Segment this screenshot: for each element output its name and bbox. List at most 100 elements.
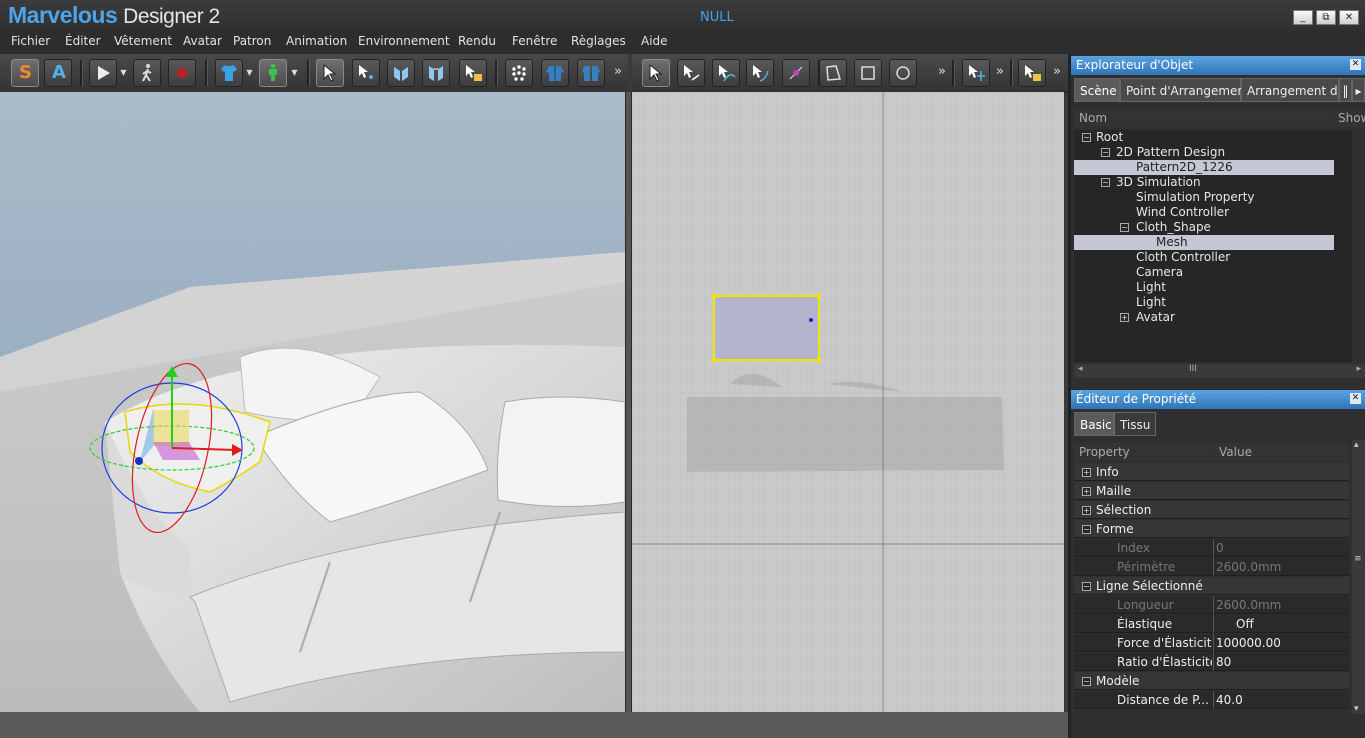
collapse-icon[interactable]: − (1082, 133, 1091, 142)
tree-item-cloth-shape[interactable]: Cloth_Shape (1136, 220, 1211, 235)
restore-button[interactable]: ⧉ (1316, 10, 1336, 25)
property-group[interactable]: − Modèle (1074, 672, 1349, 690)
circle-button[interactable] (889, 59, 917, 87)
tree-item-light[interactable]: Light (1136, 280, 1166, 295)
simulate-mode-button[interactable]: S (11, 59, 39, 87)
property-value[interactable]: 80 (1216, 653, 1231, 671)
edit-pattern-button[interactable] (677, 59, 705, 87)
tab-scroll-right[interactable]: ▸ (1352, 78, 1365, 102)
tab-tissu[interactable]: Tissu (1114, 412, 1156, 436)
avatar-display-button[interactable] (259, 59, 287, 87)
minimize-button[interactable]: _ (1293, 10, 1313, 25)
column-show[interactable]: Show (1334, 109, 1365, 127)
menu-animation[interactable]: Animation (286, 34, 347, 48)
pattern-select-button[interactable] (642, 59, 670, 87)
property-row[interactable]: Périmètre 2600.0mm (1074, 558, 1349, 576)
menu-rendu[interactable]: Rendu (458, 34, 496, 48)
expand-icon[interactable]: + (1082, 487, 1091, 496)
tab-arrangement[interactable]: Arrangement de (1241, 78, 1339, 102)
tree-item-pattern2d[interactable]: Pattern2D_1226 (1074, 160, 1334, 175)
tree-item-3d-simulation[interactable]: 3D Simulation (1116, 175, 1201, 190)
property-row[interactable]: Élastique Off (1074, 615, 1349, 633)
collapse-icon[interactable]: − (1082, 677, 1091, 686)
property-vertical-scrollbar[interactable]: ▴ ≡ ▾ (1352, 440, 1365, 714)
tree-item-mesh[interactable]: Mesh (1074, 235, 1334, 250)
tab-scene[interactable]: Scène (1074, 78, 1120, 102)
fold-button[interactable] (387, 59, 415, 87)
tab-scroll-left[interactable]: ‖ (1339, 78, 1352, 102)
viewport-splitter[interactable] (625, 92, 632, 712)
expand-icon[interactable]: + (1082, 468, 1091, 477)
curve-tool-button[interactable] (746, 59, 774, 87)
add-point-button[interactable] (782, 59, 810, 87)
tab-basic[interactable]: Basic (1074, 412, 1114, 436)
play-dropdown[interactable]: ▼ (119, 59, 128, 87)
property-value[interactable]: 100000.00 (1216, 634, 1281, 652)
walk-button[interactable] (133, 59, 161, 87)
menu-fichier[interactable]: Fichier (11, 34, 50, 48)
column-property[interactable]: Property (1074, 443, 1213, 461)
tree-item-light[interactable]: Light (1136, 295, 1166, 310)
property-row[interactable]: Longueur 2600.0mm (1074, 596, 1349, 614)
tree-item-simulation-property[interactable]: Simulation Property (1136, 190, 1255, 205)
menu-aide[interactable]: Aide (641, 34, 668, 48)
column-value[interactable]: Value (1214, 443, 1349, 461)
property-row[interactable]: Force d'Élasticité 100000.00 (1074, 634, 1349, 652)
collapse-icon[interactable]: − (1082, 582, 1091, 591)
viewport-3d[interactable] (0, 92, 625, 712)
play-button[interactable] (89, 59, 117, 87)
rectangle-button[interactable] (854, 59, 882, 87)
segment-select-button[interactable] (962, 59, 990, 87)
toolbar-overflow-icon[interactable]: » (996, 64, 1004, 79)
menu-reglages[interactable]: Règlages (571, 34, 626, 48)
tree-item-cloth-controller[interactable]: Cloth Controller (1136, 250, 1230, 265)
collapse-icon[interactable]: − (1101, 148, 1110, 157)
property-row[interactable]: Ratio d'Élasticité 80 (1074, 653, 1349, 671)
garment-display-button[interactable] (215, 59, 243, 87)
expand-icon[interactable]: + (1120, 313, 1129, 322)
tree-item-2d-pattern-design[interactable]: 2D Pattern Design (1116, 145, 1225, 160)
menu-fenetre[interactable]: Fenêtre (512, 34, 557, 48)
menu-editer[interactable]: Éditer (65, 34, 101, 48)
collapse-icon[interactable]: − (1120, 223, 1129, 232)
property-group[interactable]: + Sélection (1074, 501, 1349, 519)
tack-button[interactable] (422, 59, 450, 87)
toolbar-overflow-icon[interactable]: » (1053, 64, 1061, 79)
property-group[interactable]: + Maille (1074, 482, 1349, 500)
garment-dropdown[interactable]: ▼ (245, 59, 254, 87)
select-move-button[interactable] (316, 59, 344, 87)
menu-vetement[interactable]: Vêtement (114, 34, 172, 48)
tab-point-arrangement[interactable]: Point d'Arrangement (1120, 78, 1250, 102)
close-icon[interactable]: ✕ (1350, 393, 1361, 404)
property-value[interactable]: Off (1236, 615, 1254, 633)
tree-item-root[interactable]: Root (1096, 130, 1123, 145)
property-group[interactable]: − Ligne Sélectionné (1074, 577, 1349, 595)
explorer-horizontal-scrollbar[interactable]: ◂ III ▸ (1074, 364, 1365, 378)
edit-curve-button[interactable] (712, 59, 740, 87)
shirt-front-button[interactable] (541, 59, 569, 87)
pattern-window-2d[interactable] (632, 92, 1064, 712)
close-icon[interactable]: ✕ (1350, 59, 1361, 70)
select-window-button[interactable] (1018, 59, 1046, 87)
toolbar-overflow-icon[interactable]: » (614, 64, 622, 79)
arrangement-points-button[interactable] (505, 59, 533, 87)
property-row[interactable]: Distance de P... 40.0 (1074, 691, 1349, 709)
menu-patron[interactable]: Patron (233, 34, 271, 48)
collapse-icon[interactable]: − (1101, 178, 1110, 187)
select-arrangement-button[interactable] (459, 59, 487, 87)
shirt-back-button[interactable] (577, 59, 605, 87)
menu-avatar[interactable]: Avatar (183, 34, 222, 48)
avatar-dropdown[interactable]: ▼ (290, 59, 299, 87)
tree-item-avatar[interactable]: Avatar (1136, 310, 1175, 325)
property-row[interactable]: Index 0 (1074, 539, 1349, 557)
close-button[interactable]: ✕ (1339, 10, 1359, 25)
record-button[interactable] (168, 59, 196, 87)
column-nom[interactable]: Nom (1074, 109, 1333, 127)
tree-item-wind-controller[interactable]: Wind Controller (1136, 205, 1229, 220)
menu-environnement[interactable]: Environnement (358, 34, 450, 48)
property-group[interactable]: + Info (1074, 463, 1349, 481)
toolbar-overflow-icon[interactable]: » (938, 64, 946, 79)
polygon-button[interactable] (819, 59, 847, 87)
tree-item-camera[interactable]: Camera (1136, 265, 1183, 280)
expand-icon[interactable]: + (1082, 506, 1091, 515)
